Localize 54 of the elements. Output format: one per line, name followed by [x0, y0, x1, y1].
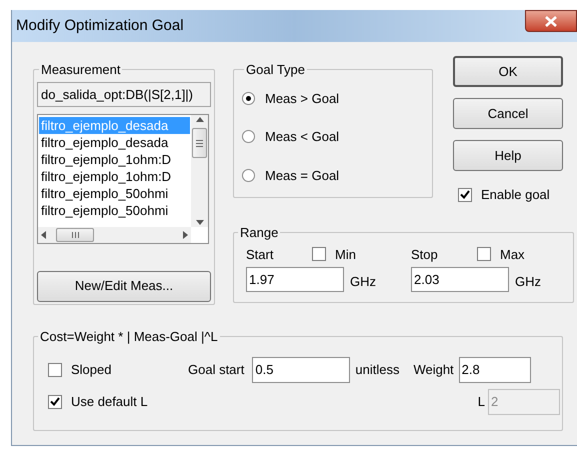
- dialog-button[interactable]: Cancel: [453, 98, 563, 129]
- radio-button[interactable]: [242, 130, 255, 144]
- group-label: Range: [239, 224, 280, 242]
- horizontal-scrollbar[interactable]: [38, 226, 191, 242]
- checkbox-label: Use default L: [71, 392, 148, 411]
- dialog-button[interactable]: Help: [453, 140, 563, 171]
- list-item[interactable]: filtro_ejemplo_50ohmi: [39, 202, 190, 218]
- field-label: Start: [246, 246, 274, 264]
- list-item[interactable]: filtro_ejemplo_50ohmi: [39, 184, 190, 202]
- radio-button[interactable]: [242, 92, 255, 105]
- checkbox-label: Sloped: [71, 360, 112, 379]
- dialog-button[interactable]: OK: [453, 56, 563, 87]
- new-edit-measurement-button[interactable]: New/Edit Meas...: [37, 270, 211, 302]
- close-icon: [545, 16, 557, 26]
- scroll-thumb[interactable]: [56, 228, 94, 242]
- right-arrow-icon: [183, 230, 188, 238]
- checkbox[interactable]: [477, 247, 491, 262]
- checkbox[interactable]: [48, 362, 62, 376]
- l-label: L: [478, 392, 485, 411]
- down-arrow-icon: [196, 220, 204, 224]
- goal-start-field[interactable]: 0.5: [252, 356, 350, 382]
- list-item[interactable]: filtro_ejemplo_desada: [39, 134, 190, 150]
- option-label: Meas = Goal: [265, 166, 340, 184]
- list-item[interactable]: filtro_ejemplo_1ohm:D: [39, 168, 190, 184]
- weight-field[interactable]: 2.8: [458, 356, 531, 382]
- unit-label: GHz: [515, 273, 541, 291]
- vertical-scrollbar[interactable]: [191, 114, 208, 226]
- option-label: Meas > Goal: [265, 90, 340, 108]
- option-label: Meas < Goal: [265, 128, 340, 146]
- list-item[interactable]: filtro_ejemplo_1ohm:D: [39, 150, 190, 168]
- unit-label: unitless: [355, 360, 400, 379]
- measurement-field: do_salida_opt:DB(|S[2,1]|): [37, 82, 211, 106]
- group-label: Measurement: [40, 61, 122, 79]
- input-field[interactable]: 1.97: [246, 267, 344, 292]
- checkbox-label: Max: [500, 246, 525, 264]
- checkbox[interactable]: [458, 188, 472, 202]
- up-arrow-icon: [196, 116, 204, 122]
- checkbox-label: Min: [335, 246, 356, 264]
- input-field[interactable]: 2.03: [411, 267, 509, 292]
- close-button[interactable]: [525, 10, 577, 32]
- goal-start-label: Goal start: [188, 360, 244, 379]
- group-label: Cost=Weight * | Meas-Goal |^L: [39, 328, 219, 346]
- radio-button[interactable]: [242, 168, 255, 182]
- unit-label: GHz: [350, 273, 376, 291]
- measurement-list[interactable]: filtro_ejemplo_desada filtro_ejemplo_desada filtro_ejemplo_1ohm:D filtro_ejemplo_1ohm:D filtro_ejemplo_50ohmi filtro_ejemplo_50ohmi: [37, 114, 209, 244]
- scroll-thumb[interactable]: [192, 128, 207, 158]
- checkbox[interactable]: [312, 247, 326, 262]
- group-label: Goal Type: [245, 61, 306, 79]
- left-arrow-icon: [41, 230, 46, 238]
- checkbox[interactable]: [48, 394, 62, 408]
- window-title: Modify Optimization Goal: [16, 16, 184, 36]
- field-label: Stop: [411, 246, 439, 264]
- weight-label: Weight: [413, 360, 454, 379]
- checkbox-label: Enable goal: [481, 186, 550, 204]
